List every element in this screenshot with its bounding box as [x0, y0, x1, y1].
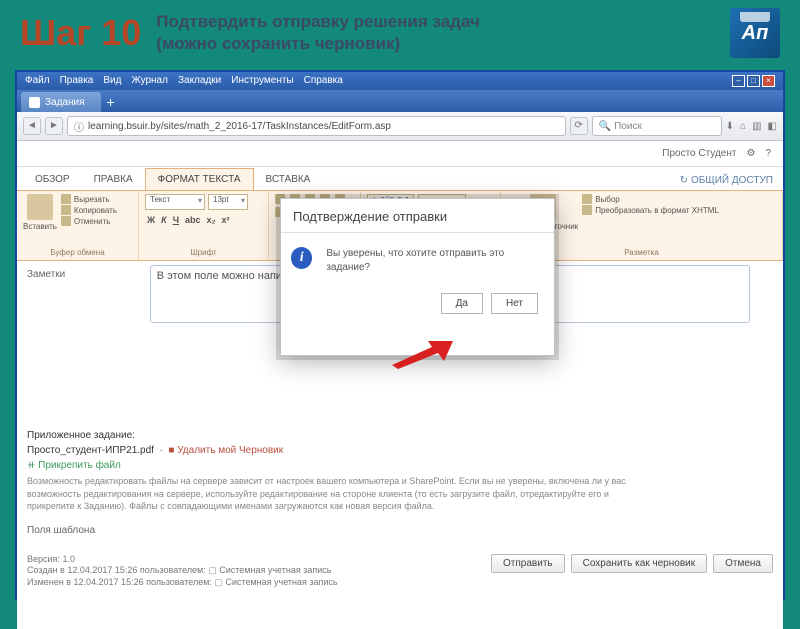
dialog-message: Вы уверены, что хотите отправить это зад… — [326, 247, 544, 275]
pocket-icon[interactable]: ◧ — [768, 121, 777, 132]
address-bar: ◄ ► ⓘ learning.bsuir.by/sites/math_2_201… — [17, 112, 783, 141]
slide-header: Шаг 10 Подтвердить отправку решения зада… — [0, 0, 800, 66]
user-name[interactable]: Просто Студент — [662, 148, 736, 159]
step-subtitle: Подтвердить отправку решения задач (можн… — [156, 11, 480, 55]
send-button[interactable]: Отправить — [491, 554, 565, 573]
menu-file[interactable]: Файл — [25, 75, 50, 87]
copy-icon — [61, 205, 71, 215]
attach-file-link[interactable]: Прикрепить файл — [38, 460, 121, 471]
back-button[interactable]: ◄ — [23, 117, 41, 135]
gear-icon: ⚙ — [746, 148, 755, 159]
superscript-button[interactable]: x² — [220, 215, 232, 225]
bold-button[interactable]: Ж — [145, 215, 157, 225]
browser-tabbar: Задания + — [17, 90, 783, 112]
browser-menubar: Файл Правка Вид Журнал Закладки Инструме… — [17, 72, 783, 90]
share-button[interactable]: ↻ ОБЩИЙ ДОСТУП — [680, 175, 773, 190]
underline-button[interactable]: Ч — [171, 215, 181, 225]
university-logo: Ап — [730, 8, 780, 58]
addr-actions: ⬇ ⌂ ▥ ◧ — [726, 121, 777, 132]
action-buttons: Отправить Сохранить как черновик Отмена — [491, 554, 773, 573]
share-icon: ↻ — [680, 175, 688, 186]
format-buttons: Ж К Ч abc x₂ x² — [145, 215, 232, 225]
group-clipboard: Буфер обмена — [23, 246, 132, 257]
settings-button[interactable]: ⚙ — [746, 148, 755, 159]
font-select[interactable]: Текст — [145, 194, 205, 210]
tab-browse[interactable]: ОБЗОР — [23, 169, 82, 190]
cut-icon — [61, 194, 71, 204]
template-fields-label: Поля шаблона — [27, 523, 147, 538]
url-text: learning.bsuir.by/sites/math_2_2016-17/T… — [88, 121, 391, 132]
paste-button[interactable]: Вставить — [23, 194, 57, 231]
close-icon[interactable]: × — [762, 75, 775, 87]
home-icon[interactable]: ⌂ — [740, 121, 746, 132]
attached-file[interactable]: Просто_студент-ИПР21.pdf — [27, 445, 154, 456]
copy-button[interactable]: Копировать — [61, 205, 117, 215]
xhtml-button[interactable]: Преобразовать в формат XHTML — [582, 205, 719, 215]
attachment-section: Приложенное задание: Просто_студент-ИПР2… — [27, 428, 773, 538]
maximize-icon[interactable]: □ — [747, 75, 760, 87]
menu-view[interactable]: Вид — [103, 75, 121, 87]
download-icon[interactable]: ⬇ — [726, 121, 734, 132]
attach-help-text: Возможность редактировать файлы на серве… — [27, 475, 647, 513]
search-placeholder: Поиск — [614, 121, 642, 132]
undo-icon — [61, 216, 71, 226]
menu-bookmarks[interactable]: Закладки — [178, 75, 221, 87]
version-info: Версия: 1.0 Создан в 12.04.2017 15:26 по… — [27, 554, 338, 589]
paste-icon — [27, 194, 53, 220]
attach-label: Приложенное задание: — [27, 430, 135, 441]
sharepoint-topbar: Просто Студент ⚙ ? — [17, 141, 783, 167]
favicon-icon — [29, 97, 40, 108]
tab-format-text[interactable]: ФОРМАТ ТЕКСТА — [145, 168, 254, 190]
undo-button[interactable]: Отменить — [61, 216, 117, 226]
cancel-button[interactable]: Отмена — [713, 554, 773, 573]
bookmark-icon[interactable]: ▥ — [752, 121, 761, 132]
help-icon[interactable]: ? — [765, 148, 771, 159]
menu-tools[interactable]: Инструменты — [231, 75, 293, 87]
xhtml-icon — [582, 205, 592, 215]
fontsize-select[interactable]: 13pt — [208, 194, 248, 210]
info-icon: i — [291, 247, 312, 269]
search-input[interactable]: 🔍 Поиск — [592, 116, 722, 136]
italic-button[interactable]: К — [159, 215, 169, 225]
select-button[interactable]: Выбор — [582, 194, 719, 204]
confirm-dialog: Подтверждение отправки i Вы уверены, что… — [280, 198, 555, 356]
tab-title: Задания — [45, 97, 85, 108]
yes-button[interactable]: Да — [441, 293, 483, 314]
dialog-title: Подтверждение отправки — [281, 199, 554, 233]
search-icon: 🔍 — [599, 121, 611, 132]
menu-help[interactable]: Справка — [304, 75, 343, 87]
select-icon — [582, 194, 592, 204]
browser-tab[interactable]: Задания — [21, 92, 101, 112]
notes-label: Заметки — [27, 265, 147, 280]
cut-button[interactable]: Вырезать — [61, 194, 117, 204]
minimize-icon[interactable]: – — [732, 75, 745, 87]
url-input[interactable]: ⓘ learning.bsuir.by/sites/math_2_2016-17… — [67, 116, 566, 136]
menu-history[interactable]: Журнал — [131, 75, 168, 87]
version-row: Версия: 1.0 Создан в 12.04.2017 15:26 по… — [27, 554, 773, 589]
tab-insert[interactable]: ВСТАВКА — [254, 169, 323, 190]
refresh-button[interactable]: ⟳ — [570, 117, 588, 135]
info-icon: ⓘ — [74, 119, 84, 134]
menu-edit[interactable]: Правка — [60, 75, 94, 87]
strike-button[interactable]: abc — [183, 215, 203, 225]
save-draft-button[interactable]: Сохранить как черновик — [571, 554, 707, 573]
window-controls: – □ × — [732, 75, 775, 87]
tab-edit[interactable]: ПРАВКА — [82, 169, 145, 190]
subscript-button[interactable]: x₂ — [205, 215, 218, 225]
forward-button[interactable]: ► — [45, 117, 63, 135]
step-number: Шаг 10 — [20, 12, 141, 54]
no-button[interactable]: Нет — [491, 293, 538, 314]
delete-draft-link[interactable]: Удалить мой Черновик — [177, 445, 283, 456]
new-tab-button[interactable]: + — [101, 92, 121, 112]
group-font: Шрифт — [145, 246, 262, 257]
ribbon-tabs: ОБЗОР ПРАВКА ФОРМАТ ТЕКСТА ВСТАВКА ↻ ОБЩ… — [17, 167, 783, 191]
